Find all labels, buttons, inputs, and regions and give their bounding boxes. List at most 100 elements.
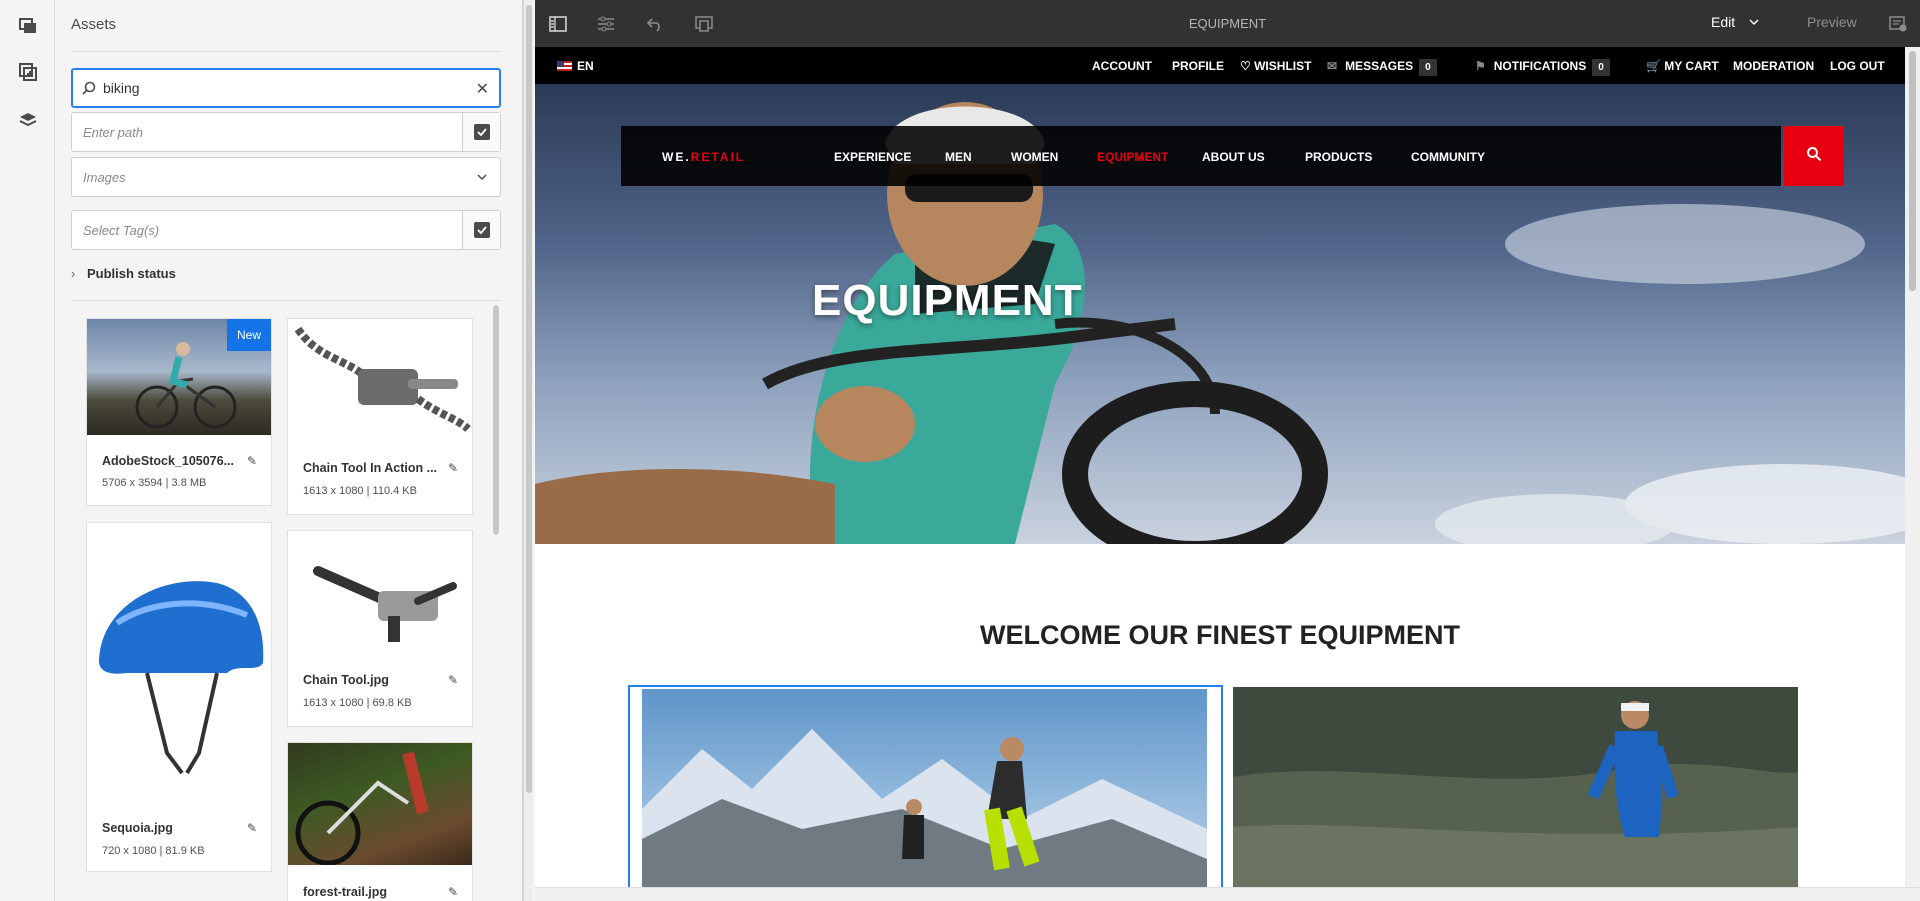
tags-placeholder: Select Tag(s) — [83, 223, 160, 238]
hero-banner[interactable]: WE.RETAIL EXPERIENCE MEN WOMEN EQUIPMENT… — [535, 84, 1905, 544]
language-label: EN — [577, 59, 594, 73]
panel-scrollbar-thumb[interactable] — [526, 5, 532, 793]
nav-about-us[interactable]: ABOUT US — [1202, 150, 1265, 164]
site-top-bar: EN ACCOUNT PROFILE ♡ WISHLIST ✉ MESSAGES 0… — [535, 47, 1905, 84]
messages-label: MESSAGES — [1345, 59, 1414, 73]
page-horizontal-scrollbar[interactable] — [535, 887, 1920, 901]
asset-thumbnail — [288, 531, 472, 655]
teaser-image-mountain[interactable] — [628, 685, 1223, 887]
assets-side-panel: Assets biking ✕ Enter path Images Select… — [55, 0, 523, 901]
wishlist-link[interactable]: ♡ WISHLIST — [1240, 59, 1311, 73]
site-logo[interactable]: WE.RETAIL — [662, 150, 745, 164]
nav-products[interactable]: PRODUCTS — [1305, 150, 1372, 164]
panel-title: Assets — [71, 16, 117, 33]
wishlist-label: WISHLIST — [1254, 59, 1312, 73]
nav-men[interactable]: MEN — [945, 150, 972, 164]
asset-card[interactable]: Sequoia.jpg 720 x 1080 | 81.9 KB ✎ — [86, 522, 272, 872]
publish-status-toggle[interactable]: › Publish status — [71, 266, 176, 281]
search-icon — [1806, 146, 1822, 167]
asset-name: Sequoia.jpg — [102, 821, 173, 835]
panel-scrollbar[interactable] — [523, 0, 533, 901]
assets-finder-icon[interactable] — [14, 12, 42, 40]
asset-name: forest-trail.jpg — [303, 885, 388, 899]
tags-field[interactable]: Select Tag(s) — [71, 210, 501, 250]
mode-label: Edit — [1711, 14, 1736, 30]
left-rail — [0, 0, 55, 901]
asset-card[interactable]: New AdobeStock_105076... 5706 x 3594 | 3… — [86, 318, 272, 506]
preview-button[interactable]: Preview — [1807, 14, 1857, 30]
cart-icon: 🛒 — [1646, 59, 1661, 73]
language-selector[interactable]: EN — [557, 59, 594, 73]
profile-link[interactable]: PROFILE — [1172, 59, 1224, 73]
page-canvas: EN ACCOUNT PROFILE ♡ WISHLIST ✉ MESSAGES 0… — [535, 47, 1905, 887]
site-search-button[interactable] — [1784, 126, 1844, 186]
asset-meta: 5706 x 3594 | 3.8 MB — [102, 477, 207, 489]
results-scrollbar[interactable] — [493, 305, 499, 535]
search-icon — [82, 81, 96, 98]
welcome-heading: WELCOME OUR FINEST EQUIPMENT — [979, 620, 1460, 650]
cart-label: MY CART — [1664, 59, 1719, 73]
asset-thumbnail — [288, 743, 472, 865]
heart-icon: ♡ — [1240, 59, 1251, 73]
messages-count: 0 — [1419, 59, 1437, 76]
asset-card[interactable]: forest-trail.jpg ✎ — [287, 742, 473, 901]
asset-results: New AdobeStock_105076... 5706 x 3594 | 3… — [55, 300, 495, 901]
nav-women[interactable]: WOMEN — [1011, 150, 1058, 164]
asset-card[interactable]: Chain Tool.jpg 1613 x 1080 | 69.8 KB ✎ — [287, 530, 473, 727]
asset-name: Chain Tool.jpg — [303, 673, 389, 687]
account-link[interactable]: ACCOUNT — [1092, 59, 1152, 73]
components-icon[interactable] — [14, 58, 42, 86]
envelope-icon: ✉ — [1327, 59, 1338, 73]
logout-link[interactable]: LOG OUT — [1830, 59, 1885, 73]
notifications-link[interactable]: ⚑ NOTIFICATIONS 0 — [1475, 59, 1610, 76]
moderation-link[interactable]: MODERATION — [1733, 59, 1814, 73]
hero-title: EQUIPMENT — [812, 276, 1083, 325]
path-field[interactable]: Enter path — [71, 112, 501, 152]
asset-meta: 720 x 1080 | 81.9 KB — [102, 845, 205, 857]
messages-link[interactable]: ✉ MESSAGES 0 — [1327, 59, 1437, 76]
edit-icon[interactable]: ✎ — [247, 821, 257, 835]
nav-experience[interactable]: EXPERIENCE — [834, 150, 911, 164]
us-flag-icon — [557, 61, 572, 71]
notifications-count: 0 — [1592, 59, 1610, 76]
trail-runner-image — [1233, 687, 1798, 887]
path-browse-button[interactable] — [462, 113, 500, 151]
clear-icon[interactable]: ✕ — [476, 79, 489, 99]
edit-icon[interactable]: ✎ — [247, 454, 257, 468]
chevron-down-icon — [476, 170, 488, 186]
editor-toolbar: EQUIPMENT Edit Preview — [535, 0, 1920, 47]
page-scrollbar-thumb[interactable] — [1909, 51, 1916, 291]
content-tree-icon[interactable] — [14, 106, 42, 134]
chevron-right-icon: › — [71, 266, 76, 281]
cart-link[interactable]: 🛒 MY CART — [1646, 59, 1719, 73]
asset-search-input[interactable]: biking ✕ — [71, 68, 501, 108]
checkbox-icon — [473, 124, 490, 140]
chevron-down-icon — [1749, 14, 1759, 30]
notifications-label: NOTIFICATIONS — [1493, 59, 1587, 73]
asset-name: AdobeStock_105076... — [102, 454, 235, 468]
tags-picker-button[interactable] — [462, 211, 500, 249]
mode-selector[interactable]: Edit — [1711, 14, 1759, 30]
logo-suffix: RETAIL — [690, 150, 746, 164]
publish-status-label: Publish status — [87, 266, 176, 281]
asset-type-select[interactable]: Images — [71, 157, 501, 197]
annotations-icon[interactable] — [1886, 12, 1910, 36]
mountain-runners-image — [642, 689, 1207, 887]
edit-icon[interactable]: ✎ — [448, 673, 458, 687]
flag-icon: ⚑ — [1475, 59, 1486, 73]
nav-community[interactable]: COMMUNITY — [1411, 150, 1485, 164]
edit-icon[interactable]: ✎ — [448, 461, 458, 475]
teaser-image-hiker[interactable] — [1233, 687, 1798, 887]
checkbox-icon — [473, 222, 490, 238]
type-placeholder: Images — [83, 170, 126, 185]
nav-equipment[interactable]: EQUIPMENT — [1097, 150, 1168, 164]
edit-icon[interactable]: ✎ — [448, 885, 458, 899]
asset-thumbnail — [288, 319, 472, 443]
logo-prefix: WE. — [662, 150, 691, 164]
asset-thumbnail — [87, 523, 271, 800]
path-placeholder: Enter path — [83, 125, 143, 140]
page-scrollbar[interactable] — [1905, 47, 1920, 887]
asset-meta: 1613 x 1080 | 110.4 KB — [303, 485, 417, 497]
asset-name: Chain Tool In Action ... — [303, 461, 438, 475]
asset-card[interactable]: Chain Tool In Action ... 1613 x 1080 | 1… — [287, 318, 473, 515]
